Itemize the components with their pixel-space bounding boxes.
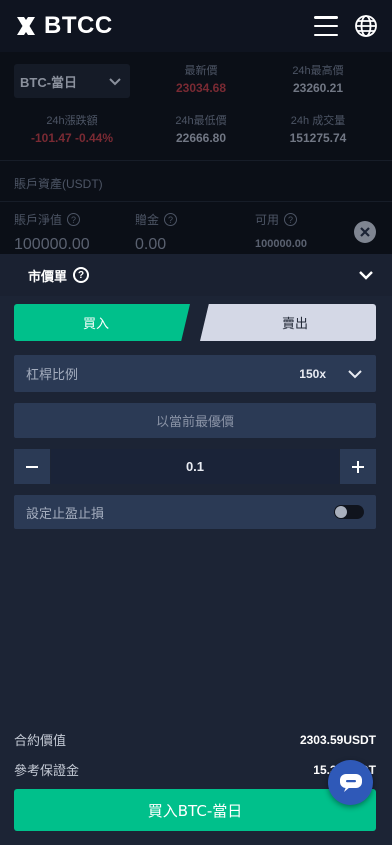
brand-name: BTCC [44,12,113,39]
price-field[interactable]: 以當前最優價 [14,403,376,438]
quantity-stepper: 0.1 [14,449,376,484]
chat-bubble-icon [339,773,362,792]
divider [0,201,392,202]
support-chat-button[interactable] [328,760,373,805]
close-sheet-button[interactable] [354,221,376,243]
order-type-header[interactable]: 市價單 ? [0,254,392,296]
hamburger-menu-icon[interactable] [314,16,338,36]
help-icon[interactable]: ? [73,267,90,283]
decrease-button[interactable] [14,449,50,484]
leverage-value: 150x [299,366,326,381]
help-icon[interactable]: ? [284,213,298,226]
tpsl-row: 設定止盈止損 [14,495,376,529]
market-info-panel: BTC-當日 最新價 23034.68 24h最高價 23260.21 24h漲… [0,52,392,160]
brand-logo[interactable]: BTCC [14,12,113,40]
help-icon[interactable]: ? [67,213,81,226]
account-available: 可用? 100000.00 [255,213,307,250]
close-icon [360,227,370,237]
order-type-title: 市價單 [28,268,68,284]
account-equity: 賬戶淨值? 100000.00 [14,213,90,253]
side-tabs: 買入 賣出 [14,304,376,341]
stat-24h-low: 24h最低價 22666.80 [175,115,227,145]
stat-last-price: 最新價 23034.68 [175,65,227,95]
tpsl-label: 設定止盈止損 [26,506,105,522]
chevron-down-icon [348,369,362,378]
leverage-select[interactable]: 杠桿比例 150x [14,355,376,392]
contract-value-row: 合約價值 2303.59USDT [14,732,376,749]
tab-sell[interactable]: 賣出 [200,304,376,341]
btcc-logo-icon [17,17,35,35]
plus-icon [352,460,364,473]
chevron-down-icon[interactable] [356,265,376,285]
margin-row: 參考保證金 15.36USDT [14,763,376,779]
account-title: 賬戶資產(USDT) [14,177,103,191]
tpsl-toggle[interactable] [334,505,364,519]
symbol-selector[interactable]: BTC-當日 [14,64,130,98]
top-header: BTCC [0,0,392,52]
chevron-down-icon [109,78,121,86]
stat-24h-volume: 24h 成交量 151275.74 [289,115,347,145]
order-sheet: 市價單 ? 買入 賣出 杠桿比例 150x 以當前最優價 0.1 設定止盈止損 … [0,254,392,845]
help-icon[interactable]: ? [164,213,178,226]
tab-buy[interactable]: 買入 [14,304,190,341]
stat-24h-high: 24h最高價 23260.21 [292,65,344,95]
minus-icon [26,465,38,468]
increase-button[interactable] [340,449,376,484]
buy-submit-button[interactable]: 買入BTC-當日 [14,789,376,831]
account-assets-panel: 賬戶資產(USDT) 賬戶淨值? 100000.00 贈金? 0.00 可用? … [0,160,392,254]
account-bonus: 贈金? 0.00 [135,211,178,254]
globe-language-icon[interactable] [354,14,378,38]
leverage-label: 杠桿比例 [26,368,79,383]
quantity-input[interactable]: 0.1 [51,449,339,484]
symbol-label: BTC-當日 [20,74,78,90]
stat-24h-change: 24h漲跌額 -101.47 -0.44% [30,115,114,145]
